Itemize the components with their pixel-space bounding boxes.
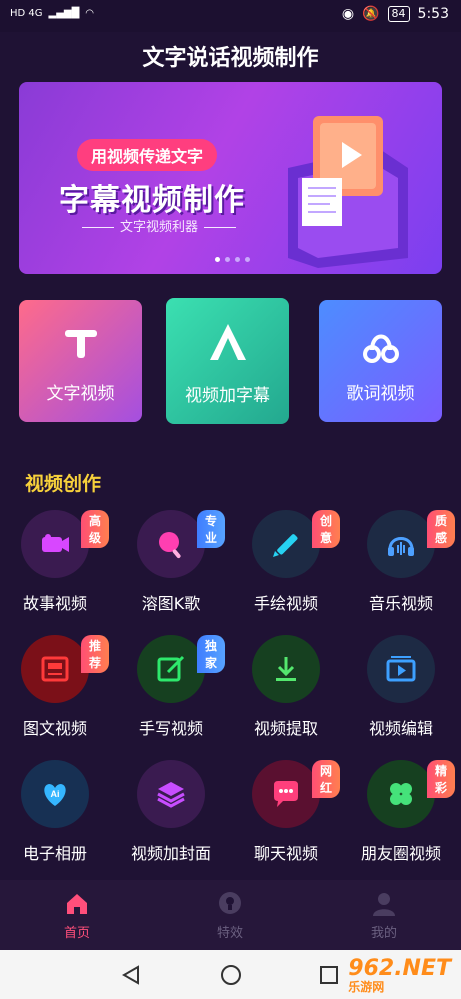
banner-illustration xyxy=(288,116,408,268)
signal-icon: ▂▄▆█ xyxy=(48,8,80,19)
grid-item-badge: 创意 xyxy=(312,510,341,548)
grid-item[interactable]: 视频加封面 xyxy=(116,760,226,864)
grid-item-label: 聊天视频 xyxy=(253,844,318,863)
nav-home[interactable]: 首页 xyxy=(32,890,122,941)
nav-effects[interactable]: 特效 xyxy=(185,890,275,941)
section-title: 视频创作 xyxy=(25,473,102,495)
svg-text:Ai: Ai xyxy=(51,789,60,799)
banner-subtitle: 文字视频利器 xyxy=(59,216,259,235)
lightbulb-icon xyxy=(219,892,241,914)
card-add-subtitle[interactable]: 视频加字幕 xyxy=(166,298,289,424)
grid-item-icon-circle xyxy=(367,635,435,703)
grid-item-label: 视频提取 xyxy=(253,719,318,738)
grid-item-icon-circle: 网红 xyxy=(252,760,341,828)
nav-label: 我的 xyxy=(370,926,397,941)
grid-item-badge: 质感 xyxy=(427,510,456,548)
grid-item-label: 电子相册 xyxy=(22,844,87,863)
grid-item[interactable]: 网红聊天视频 xyxy=(231,760,341,864)
text-t-icon xyxy=(64,330,97,358)
grid-item-icon-circle xyxy=(252,635,320,703)
bottom-nav: 首页 特效 我的 xyxy=(0,880,461,950)
grid-item-icon-circle: 质感 xyxy=(367,510,456,578)
grid-item-badge: 推荐 xyxy=(81,635,110,673)
grid-item-label: 手绘视频 xyxy=(253,594,318,613)
grid-item-icon-circle: 独家 xyxy=(137,635,226,703)
grid-item-icon-circle: 专业 xyxy=(137,510,226,578)
grid-item[interactable]: 质感音乐视频 xyxy=(346,510,456,614)
grid-item[interactable]: 视频编辑 xyxy=(346,635,456,739)
music-note-icon xyxy=(362,334,399,363)
system-nav-bar: 962.NET 乐游网 xyxy=(0,950,461,999)
grid-item-label: 故事视频 xyxy=(22,594,87,613)
grid-item-icon-circle: 推荐 xyxy=(21,635,110,703)
wifi-icon: ◠ xyxy=(85,8,95,19)
page-title: 文字说话视频制作 xyxy=(142,46,319,71)
grid-item-icon-circle xyxy=(137,760,205,828)
grid-item[interactable]: 专业溶图K歌 xyxy=(116,510,226,614)
grid-item[interactable]: 视频提取 xyxy=(231,635,341,739)
pagination-dot[interactable] xyxy=(245,257,250,262)
grid-item[interactable]: 精彩朋友圈视频 xyxy=(346,760,456,864)
pagination-dot[interactable] xyxy=(235,257,240,262)
banner-headline: 字幕视频制作 xyxy=(59,183,245,218)
mute-icon: 🔕 xyxy=(362,6,380,22)
home-circle-icon[interactable] xyxy=(219,963,243,987)
grid-item[interactable]: 高级故事视频 xyxy=(0,510,110,614)
card-label: 视频加字幕 xyxy=(185,386,270,406)
card-label: 歌词视频 xyxy=(346,384,415,404)
grid-item-label: 图文视频 xyxy=(22,719,87,738)
grid-item[interactable]: 创意手绘视频 xyxy=(231,510,341,614)
eye-icon: ◉ xyxy=(341,6,355,22)
grid-item-badge: 高级 xyxy=(81,510,110,548)
battery-indicator: 84 xyxy=(387,6,410,22)
clock: 5:53 xyxy=(417,6,449,22)
recents-icon[interactable] xyxy=(318,964,340,986)
grid-item-icon-circle: Ai xyxy=(21,760,89,828)
user-icon xyxy=(373,893,395,916)
grid-item-label: 音乐视频 xyxy=(368,594,433,613)
pagination-dot[interactable] xyxy=(215,257,220,262)
grid-item[interactable]: 推荐图文视频 xyxy=(0,635,110,739)
grid-item[interactable]: 独家手写视频 xyxy=(116,635,226,739)
letter-a-icon xyxy=(209,324,246,360)
grid-item-label: 溶图K歌 xyxy=(141,594,201,613)
nav-label: 特效 xyxy=(216,926,243,941)
grid-item-label: 视频加封面 xyxy=(130,844,211,863)
grid-item-label: 视频编辑 xyxy=(368,719,433,738)
network-label: HD 4G xyxy=(10,8,43,19)
card-lyrics-video[interactable]: 歌词视频 xyxy=(319,300,442,422)
status-bar: HD 4G ▂▄▆█ ◠ ◉ 🔕 84 5:53 xyxy=(0,0,461,32)
nav-mine[interactable]: 我的 xyxy=(339,890,429,941)
banner-pagination xyxy=(215,257,250,262)
grid-item[interactable]: Ai 电子相册 xyxy=(0,760,110,864)
grid-item-badge: 独家 xyxy=(197,635,226,673)
promo-banner[interactable]: 用视频传递文字 字幕视频制作 文字视频利器 xyxy=(19,82,442,274)
grid-item-icon-circle: 高级 xyxy=(21,510,110,578)
pagination-dot[interactable] xyxy=(225,257,230,262)
status-right: ◉ 🔕 84 5:53 xyxy=(342,6,449,22)
grid-item-icon-circle: 创意 xyxy=(252,510,341,578)
card-text-video[interactable]: 文字视频 xyxy=(19,300,142,422)
grid-item-icon-circle: 精彩 xyxy=(367,760,456,828)
nav-label: 首页 xyxy=(63,926,90,941)
back-icon[interactable] xyxy=(120,964,142,986)
feature-cards: 文字视频 视频加字幕 歌词视频 xyxy=(19,298,442,424)
grid-item-badge: 精彩 xyxy=(427,760,456,798)
banner-tag: 用视频传递文字 xyxy=(77,139,218,171)
grid-item-badge: 专业 xyxy=(197,510,226,548)
grid-item-label: 手写视频 xyxy=(138,719,203,738)
grid-item-badge: 网红 xyxy=(312,760,341,798)
status-left: HD 4G ▂▄▆█ ◠ xyxy=(10,8,94,19)
grid-item-label: 朋友圈视频 xyxy=(360,844,441,863)
card-label: 文字视频 xyxy=(46,384,115,404)
watermark: 962.NET 乐游网 xyxy=(348,956,451,995)
home-icon xyxy=(67,894,87,914)
